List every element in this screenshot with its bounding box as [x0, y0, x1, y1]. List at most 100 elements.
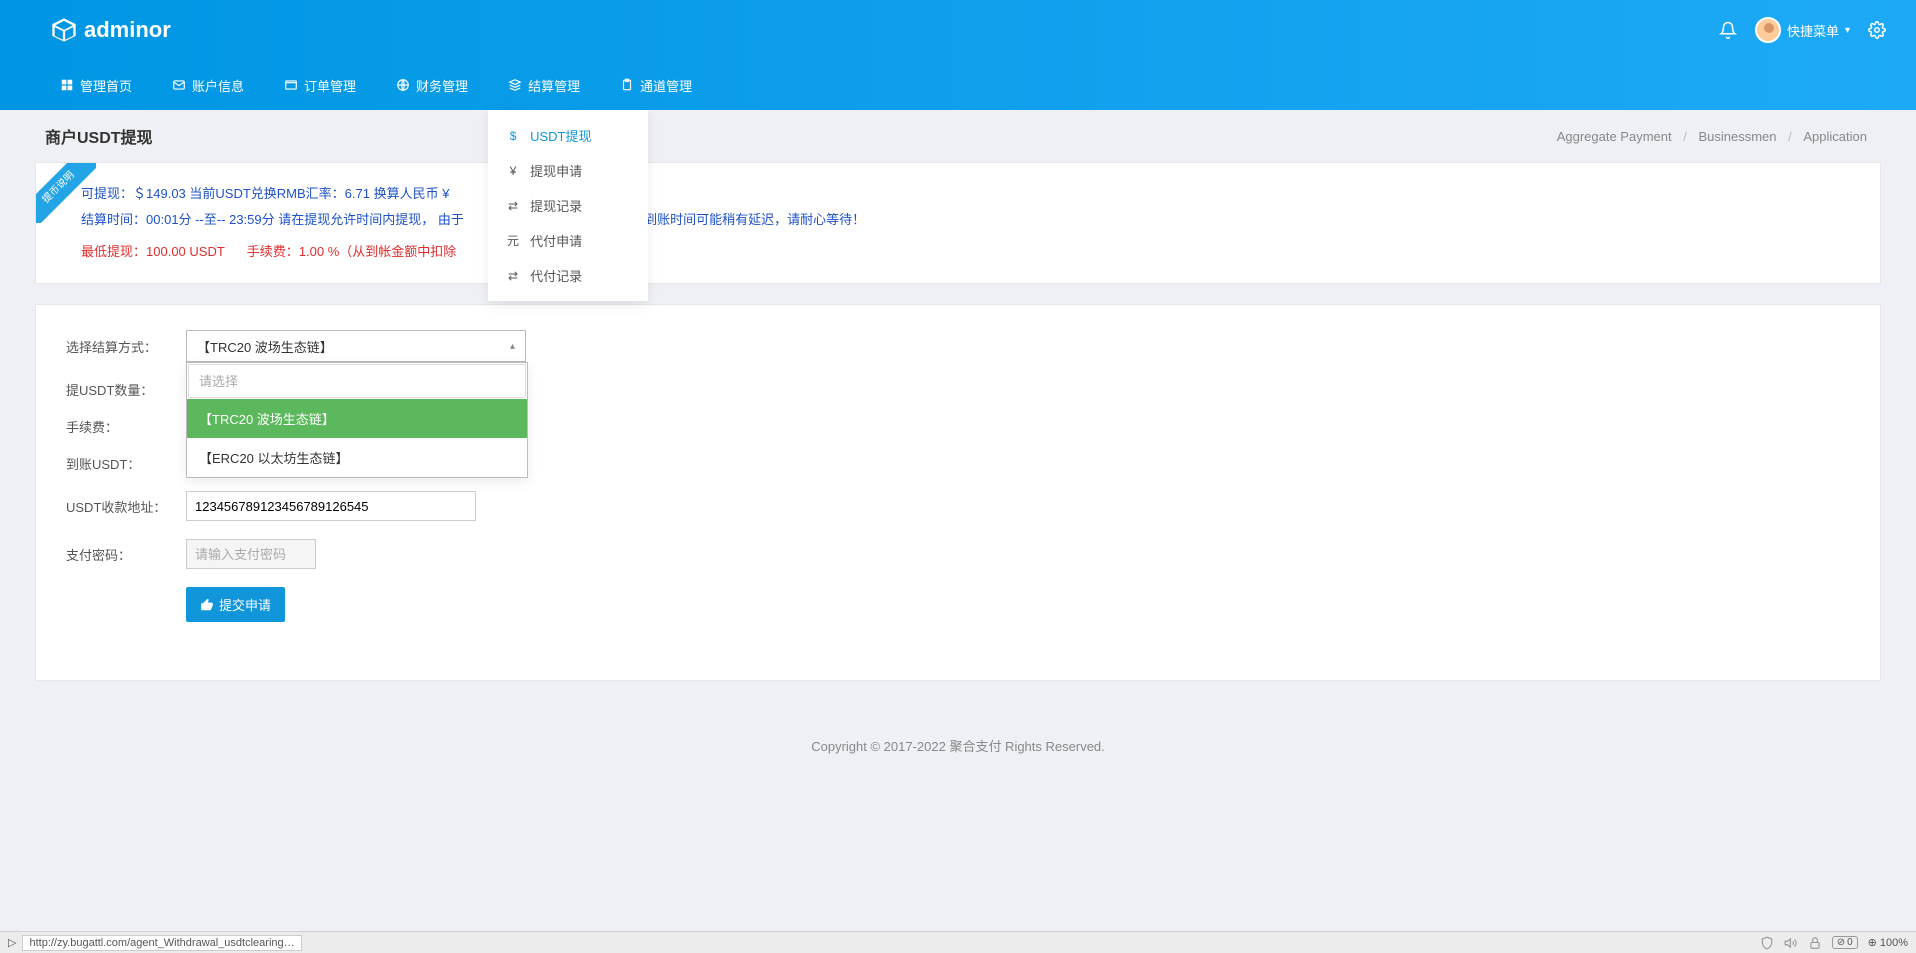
- shield-icon[interactable]: [1760, 936, 1774, 950]
- statusbar-url[interactable]: http://zy.bugattl.com/agent_Withdrawal_u…: [22, 935, 302, 951]
- corner-ribbon: 提币说明: [36, 163, 96, 223]
- page-head: 商户USDT提现 Aggregate Payment / Businessmen…: [0, 110, 1916, 162]
- select-value: 【TRC20 波场生态链】: [197, 337, 333, 356]
- nav-orders[interactable]: 订单管理: [264, 60, 376, 110]
- settlement-dropdown: $ USDT提现 ¥ 提现申请 ⇄ 提现记录 元 代付申请 ⇄ 代付记录: [488, 110, 648, 301]
- form-panel: 选择结算方式： 【TRC20 波场生态链】 ▴ 【TRC20 波场生态链】 【E…: [35, 304, 1881, 681]
- nav-finance[interactable]: 财务管理: [376, 60, 488, 110]
- nav-label: 通道管理: [640, 76, 692, 95]
- breadcrumb-sep: /: [1788, 129, 1792, 144]
- notice-line-3: 最低提现：100.00 USDT 手续费：1.00 %（从到帐金额中扣除: [81, 239, 1860, 265]
- brand-text: adminor: [84, 17, 171, 43]
- yen-icon: ¥: [506, 164, 520, 178]
- user-menu-label: 快捷菜单: [1787, 21, 1839, 40]
- breadcrumb-item[interactable]: Aggregate Payment: [1557, 129, 1672, 144]
- status-count: 0: [1847, 937, 1853, 948]
- select-search-input[interactable]: [188, 364, 526, 398]
- dropdown-withdraw-apply[interactable]: ¥ 提现申请: [488, 153, 648, 188]
- label-password: 支付密码：: [66, 545, 186, 564]
- gear-icon[interactable]: [1868, 21, 1886, 39]
- statusbar: ▷ http://zy.bugattl.com/agent_Withdrawal…: [0, 931, 1916, 953]
- swap-icon: ⇄: [506, 269, 520, 283]
- breadcrumb-item[interactable]: Businessmen: [1698, 129, 1776, 144]
- mail-icon: [172, 78, 186, 92]
- row-method: 选择结算方式： 【TRC20 波场生态链】 ▴ 【TRC20 波场生态链】 【E…: [66, 330, 1850, 362]
- play-icon[interactable]: ▷: [8, 936, 16, 949]
- page-title: 商户USDT提现: [45, 124, 153, 148]
- chevron-down-icon: ▾: [1845, 25, 1850, 36]
- brand-logo[interactable]: adminor: [50, 16, 171, 44]
- zoom-control[interactable]: ⊕ 100%: [1868, 936, 1908, 949]
- topbar: adminor 快捷菜单 ▾: [0, 0, 1916, 60]
- notice-text: 请在提现允许时间内提现， 由于: [275, 212, 464, 227]
- user-menu[interactable]: 快捷菜单 ▾: [1755, 17, 1850, 43]
- notice-text: 手续费：: [247, 244, 299, 259]
- breadcrumb: Aggregate Payment / Businessmen / Applic…: [1553, 129, 1871, 144]
- dropdown-label: USDT提现: [530, 126, 591, 145]
- dropdown-label: 提现记录: [530, 196, 582, 215]
- label-fee: 手续费：: [66, 417, 186, 436]
- nav-label: 账户信息: [192, 76, 244, 95]
- nav-label: 订单管理: [304, 76, 356, 95]
- submit-button[interactable]: 提交申请: [186, 587, 285, 622]
- nav-dashboard[interactable]: 管理首页: [40, 60, 152, 110]
- nav-channel[interactable]: 通道管理: [600, 60, 712, 110]
- dropdown-label: 提现申请: [530, 161, 582, 180]
- nav-account[interactable]: 账户信息: [152, 60, 264, 110]
- method-dropdown: 【TRC20 波场生态链】 【ERC20 以太坊生态链】: [186, 362, 528, 478]
- dropdown-label: 代付记录: [530, 266, 582, 285]
- notice-rate: 6.71: [345, 186, 370, 201]
- breadcrumb-item[interactable]: Application: [1803, 129, 1867, 144]
- notice-balance: ＄149.03: [133, 186, 186, 201]
- dropdown-withdraw-record[interactable]: ⇄ 提现记录: [488, 188, 648, 223]
- notice-box: 提币说明 可提现：＄149.03 当前USDT兑换RMB汇率：6.71 换算人民…: [35, 162, 1881, 284]
- zoom-pct: 100%: [1880, 937, 1908, 949]
- notice-time: 00:01分 --至-- 23:59分: [146, 212, 275, 227]
- label-address: USDT收款地址：: [66, 497, 186, 516]
- lock-icon[interactable]: [1808, 936, 1822, 950]
- notice-min: 100.00 USDT: [146, 244, 225, 259]
- grid-icon: [60, 78, 74, 92]
- row-address: USDT收款地址：: [66, 491, 1850, 521]
- yuan-icon: 元: [506, 232, 520, 249]
- nav-label: 管理首页: [80, 76, 132, 95]
- label-method: 选择结算方式：: [66, 337, 186, 356]
- notice-text: 当前USDT兑换RMB汇率：: [186, 186, 345, 201]
- dollar-icon: $: [506, 129, 520, 143]
- content: 提币说明 可提现：＄149.03 当前USDT兑换RMB汇率：6.71 换算人民…: [0, 162, 1916, 711]
- bell-icon[interactable]: [1719, 21, 1737, 39]
- row-submit: 提交申请: [66, 587, 1850, 622]
- address-input[interactable]: [186, 491, 476, 521]
- dropdown-payout-apply[interactable]: 元 代付申请: [488, 223, 648, 258]
- ribbon-text: 提币说明: [36, 163, 96, 223]
- notice-line-2: 结算时间：00:01分 --至-- 23:59分 请在提现允许时间内提现， 由于…: [81, 207, 1860, 233]
- swap-icon: ⇄: [506, 199, 520, 213]
- footer: Copyright © 2017-2022 聚合支付 Rights Reserv…: [0, 711, 1916, 770]
- select-option-trc20[interactable]: 【TRC20 波场生态链】: [187, 399, 527, 438]
- dropdown-usdt-withdraw[interactable]: $ USDT提现: [488, 118, 648, 153]
- topbar-right: 快捷菜单 ▾: [1719, 17, 1886, 43]
- notice-text: 换算人民币 ¥: [370, 186, 449, 201]
- label-amount: 提USDT数量：: [66, 380, 186, 399]
- select-option-erc20[interactable]: 【ERC20 以太坊生态链】: [187, 438, 527, 477]
- notice-fee: 1.00 %（从到帐金额中扣除: [299, 244, 456, 259]
- nav-settlement[interactable]: 结算管理 $ USDT提现 ¥ 提现申请 ⇄ 提现记录 元 代付申请 ⇄ 代付记…: [488, 60, 600, 110]
- caret-up-icon: ▴: [510, 341, 515, 352]
- method-select[interactable]: 【TRC20 波场生态链】 ▴: [186, 330, 526, 362]
- dropdown-label: 代付申请: [530, 231, 582, 250]
- statusbar-right: ⊘ 0 ⊕ 100%: [1760, 936, 1908, 950]
- dropdown-payout-record[interactable]: ⇄ 代付记录: [488, 258, 648, 293]
- password-input[interactable]: [186, 539, 316, 569]
- nav-label: 结算管理: [528, 76, 580, 95]
- row-password: 支付密码：: [66, 539, 1850, 569]
- cube-icon: [50, 16, 78, 44]
- layers-icon: [508, 78, 522, 92]
- statusbar-left: ▷ http://zy.bugattl.com/agent_Withdrawal…: [8, 935, 302, 951]
- submit-label: 提交申请: [219, 595, 271, 614]
- clipboard-icon: [620, 78, 634, 92]
- notice-text: ，到账时间可能稍有延迟，请耐心等待！: [631, 212, 865, 227]
- nav-label: 财务管理: [416, 76, 468, 95]
- speaker-icon[interactable]: [1784, 936, 1798, 950]
- breadcrumb-sep: /: [1683, 129, 1687, 144]
- notice-text: 最低提现：: [81, 244, 146, 259]
